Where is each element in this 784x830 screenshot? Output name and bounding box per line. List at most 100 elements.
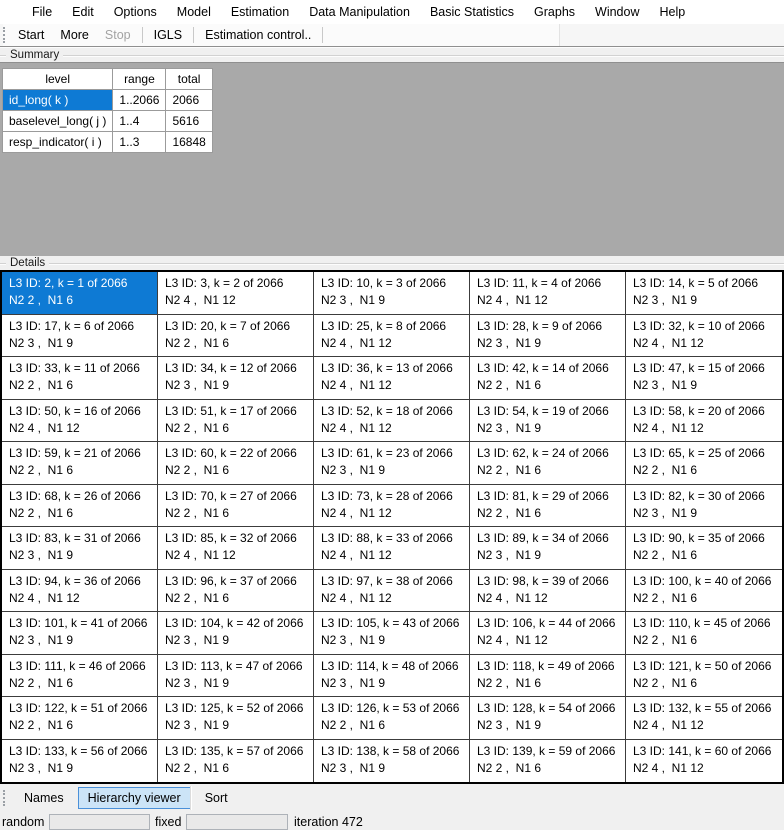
detail-cell[interactable]: L3 ID: 139, k = 59 of 2066N2 2 , N1 6 [470,740,626,783]
detail-cell[interactable]: L3 ID: 106, k = 44 of 2066N2 4 , N1 12 [470,612,626,655]
toolbar-button-estimation-control[interactable]: Estimation control.. [197,26,319,44]
menu-item-data-manipulation[interactable]: Data Manipulation [299,2,420,22]
detail-cell[interactable]: L3 ID: 59, k = 21 of 2066N2 2 , N1 6 [2,442,158,485]
divider [63,55,784,57]
detail-cell[interactable]: L3 ID: 126, k = 53 of 2066N2 2 , N1 6 [314,697,470,740]
detail-cell-line2: N2 2 , N1 6 [477,505,623,522]
detail-cell[interactable]: L3 ID: 54, k = 19 of 2066N2 3 , N1 9 [470,400,626,443]
detail-cell-line2: N2 3 , N1 9 [165,675,311,692]
menu-item-graphs[interactable]: Graphs [524,2,585,22]
menu-item-file[interactable]: File [22,2,62,22]
detail-cell[interactable]: L3 ID: 50, k = 16 of 2066N2 4 , N1 12 [2,400,158,443]
detail-cell[interactable]: L3 ID: 62, k = 24 of 2066N2 2 , N1 6 [470,442,626,485]
summary-cell-level[interactable]: id_long( k ) [3,90,113,111]
detail-cell[interactable]: L3 ID: 34, k = 12 of 2066N2 3 , N1 9 [158,357,314,400]
menu-item-basic-statistics[interactable]: Basic Statistics [420,2,524,22]
detail-cell[interactable]: L3 ID: 51, k = 17 of 2066N2 2 , N1 6 [158,400,314,443]
detail-cell[interactable]: L3 ID: 118, k = 49 of 2066N2 2 , N1 6 [470,655,626,698]
detail-cell[interactable]: L3 ID: 33, k = 11 of 2066N2 2 , N1 6 [2,357,158,400]
detail-cell[interactable]: L3 ID: 100, k = 40 of 2066N2 2 , N1 6 [626,570,782,613]
detail-cell-line1: L3 ID: 89, k = 34 of 2066 [477,530,623,547]
menu-item-window[interactable]: Window [585,2,649,22]
toolbar-button-igls[interactable]: IGLS [146,26,191,44]
summary-cell-range[interactable]: 1..3 [113,132,166,153]
detail-cell[interactable]: L3 ID: 89, k = 34 of 2066N2 3 , N1 9 [470,527,626,570]
summary-cell-total[interactable]: 16848 [166,132,212,153]
menu-item-help[interactable]: Help [650,2,696,22]
detail-cell[interactable]: L3 ID: 125, k = 52 of 2066N2 3 , N1 9 [158,697,314,740]
detail-cell-line2: N2 3 , N1 9 [9,547,155,564]
detail-cell[interactable]: L3 ID: 65, k = 25 of 2066N2 2 , N1 6 [626,442,782,485]
detail-cell[interactable]: L3 ID: 133, k = 56 of 2066N2 3 , N1 9 [2,740,158,783]
detail-cell[interactable]: L3 ID: 73, k = 28 of 2066N2 4 , N1 12 [314,485,470,528]
detail-cell[interactable]: L3 ID: 132, k = 55 of 2066N2 4 , N1 12 [626,697,782,740]
detail-cell[interactable]: L3 ID: 11, k = 4 of 2066N2 4 , N1 12 [470,272,626,315]
detail-cell[interactable]: L3 ID: 113, k = 47 of 2066N2 3 , N1 9 [158,655,314,698]
detail-cell[interactable]: L3 ID: 60, k = 22 of 2066N2 2 , N1 6 [158,442,314,485]
tab-sort[interactable]: Sort [195,787,238,809]
detail-cell[interactable]: L3 ID: 32, k = 10 of 2066N2 4 , N1 12 [626,315,782,358]
detail-cell-line2: N2 3 , N1 9 [9,335,155,352]
toolbar-button-more[interactable]: More [52,26,96,44]
detail-cell[interactable]: L3 ID: 96, k = 37 of 2066N2 2 , N1 6 [158,570,314,613]
detail-cell[interactable]: L3 ID: 88, k = 33 of 2066N2 4 , N1 12 [314,527,470,570]
tab-names[interactable]: Names [14,787,74,809]
detail-cell[interactable]: L3 ID: 114, k = 48 of 2066N2 3 , N1 9 [314,655,470,698]
detail-cell-line2: N2 3 , N1 9 [477,717,623,734]
summary-cell-level[interactable]: baselevel_long( j ) [3,111,113,132]
detail-cell-line1: L3 ID: 20, k = 7 of 2066 [165,318,311,335]
detail-cell[interactable]: L3 ID: 2, k = 1 of 2066N2 2 , N1 6 [2,272,158,315]
detail-cell[interactable]: L3 ID: 17, k = 6 of 2066N2 3 , N1 9 [2,315,158,358]
detail-cell-line1: L3 ID: 128, k = 54 of 2066 [477,700,623,717]
tabbar-grip[interactable] [3,790,6,806]
detail-cell-line2: N2 2 , N1 6 [165,590,311,607]
detail-cell[interactable]: L3 ID: 82, k = 30 of 2066N2 3 , N1 9 [626,485,782,528]
menu-item-estimation[interactable]: Estimation [221,2,299,22]
toolbar-grip[interactable] [3,27,6,43]
detail-cell[interactable]: L3 ID: 47, k = 15 of 2066N2 3 , N1 9 [626,357,782,400]
summary-cell-total[interactable]: 2066 [166,90,212,111]
menu-item-options[interactable]: Options [104,2,167,22]
detail-cell[interactable]: L3 ID: 105, k = 43 of 2066N2 3 , N1 9 [314,612,470,655]
detail-cell[interactable]: L3 ID: 104, k = 42 of 2066N2 3 , N1 9 [158,612,314,655]
menu-item-model[interactable]: Model [167,2,221,22]
detail-cell[interactable]: L3 ID: 52, k = 18 of 2066N2 4 , N1 12 [314,400,470,443]
detail-cell[interactable]: L3 ID: 10, k = 3 of 2066N2 3 , N1 9 [314,272,470,315]
menu-item-edit[interactable]: Edit [62,2,104,22]
detail-cell[interactable]: L3 ID: 110, k = 45 of 2066N2 2 , N1 6 [626,612,782,655]
detail-cell[interactable]: L3 ID: 42, k = 14 of 2066N2 2 , N1 6 [470,357,626,400]
summary-cell-total[interactable]: 5616 [166,111,212,132]
detail-cell[interactable]: L3 ID: 101, k = 41 of 2066N2 3 , N1 9 [2,612,158,655]
detail-cell[interactable]: L3 ID: 98, k = 39 of 2066N2 4 , N1 12 [470,570,626,613]
detail-cell[interactable]: L3 ID: 111, k = 46 of 2066N2 2 , N1 6 [2,655,158,698]
detail-cell[interactable]: L3 ID: 135, k = 57 of 2066N2 2 , N1 6 [158,740,314,783]
detail-cell[interactable]: L3 ID: 58, k = 20 of 2066N2 4 , N1 12 [626,400,782,443]
detail-cell[interactable]: L3 ID: 20, k = 7 of 2066N2 2 , N1 6 [158,315,314,358]
detail-cell[interactable]: L3 ID: 94, k = 36 of 2066N2 4 , N1 12 [2,570,158,613]
detail-cell[interactable]: L3 ID: 128, k = 54 of 2066N2 3 , N1 9 [470,697,626,740]
detail-cell[interactable]: L3 ID: 25, k = 8 of 2066N2 4 , N1 12 [314,315,470,358]
detail-cell[interactable]: L3 ID: 85, k = 32 of 2066N2 4 , N1 12 [158,527,314,570]
detail-cell-line1: L3 ID: 135, k = 57 of 2066 [165,743,311,760]
detail-cell[interactable]: L3 ID: 36, k = 13 of 2066N2 4 , N1 12 [314,357,470,400]
detail-cell[interactable]: L3 ID: 83, k = 31 of 2066N2 3 , N1 9 [2,527,158,570]
detail-cell[interactable]: L3 ID: 97, k = 38 of 2066N2 4 , N1 12 [314,570,470,613]
detail-cell-line1: L3 ID: 100, k = 40 of 2066 [633,573,780,590]
summary-cell-level[interactable]: resp_indicator( i ) [3,132,113,153]
detail-cell[interactable]: L3 ID: 3, k = 2 of 2066N2 4 , N1 12 [158,272,314,315]
detail-cell[interactable]: L3 ID: 121, k = 50 of 2066N2 2 , N1 6 [626,655,782,698]
summary-cell-range[interactable]: 1..4 [113,111,166,132]
detail-cell[interactable]: L3 ID: 122, k = 51 of 2066N2 2 , N1 6 [2,697,158,740]
detail-cell[interactable]: L3 ID: 61, k = 23 of 2066N2 3 , N1 9 [314,442,470,485]
detail-cell[interactable]: L3 ID: 138, k = 58 of 2066N2 3 , N1 9 [314,740,470,783]
summary-cell-range[interactable]: 1..2066 [113,90,166,111]
toolbar-button-start[interactable]: Start [10,26,52,44]
detail-cell[interactable]: L3 ID: 28, k = 9 of 2066N2 3 , N1 9 [470,315,626,358]
detail-cell[interactable]: L3 ID: 14, k = 5 of 2066N2 3 , N1 9 [626,272,782,315]
detail-cell[interactable]: L3 ID: 141, k = 60 of 2066N2 4 , N1 12 [626,740,782,783]
detail-cell[interactable]: L3 ID: 81, k = 29 of 2066N2 2 , N1 6 [470,485,626,528]
detail-cell[interactable]: L3 ID: 68, k = 26 of 2066N2 2 , N1 6 [2,485,158,528]
detail-cell[interactable]: L3 ID: 70, k = 27 of 2066N2 2 , N1 6 [158,485,314,528]
tab-hierarchy-viewer[interactable]: Hierarchy viewer [78,787,191,809]
detail-cell[interactable]: L3 ID: 90, k = 35 of 2066N2 2 , N1 6 [626,527,782,570]
